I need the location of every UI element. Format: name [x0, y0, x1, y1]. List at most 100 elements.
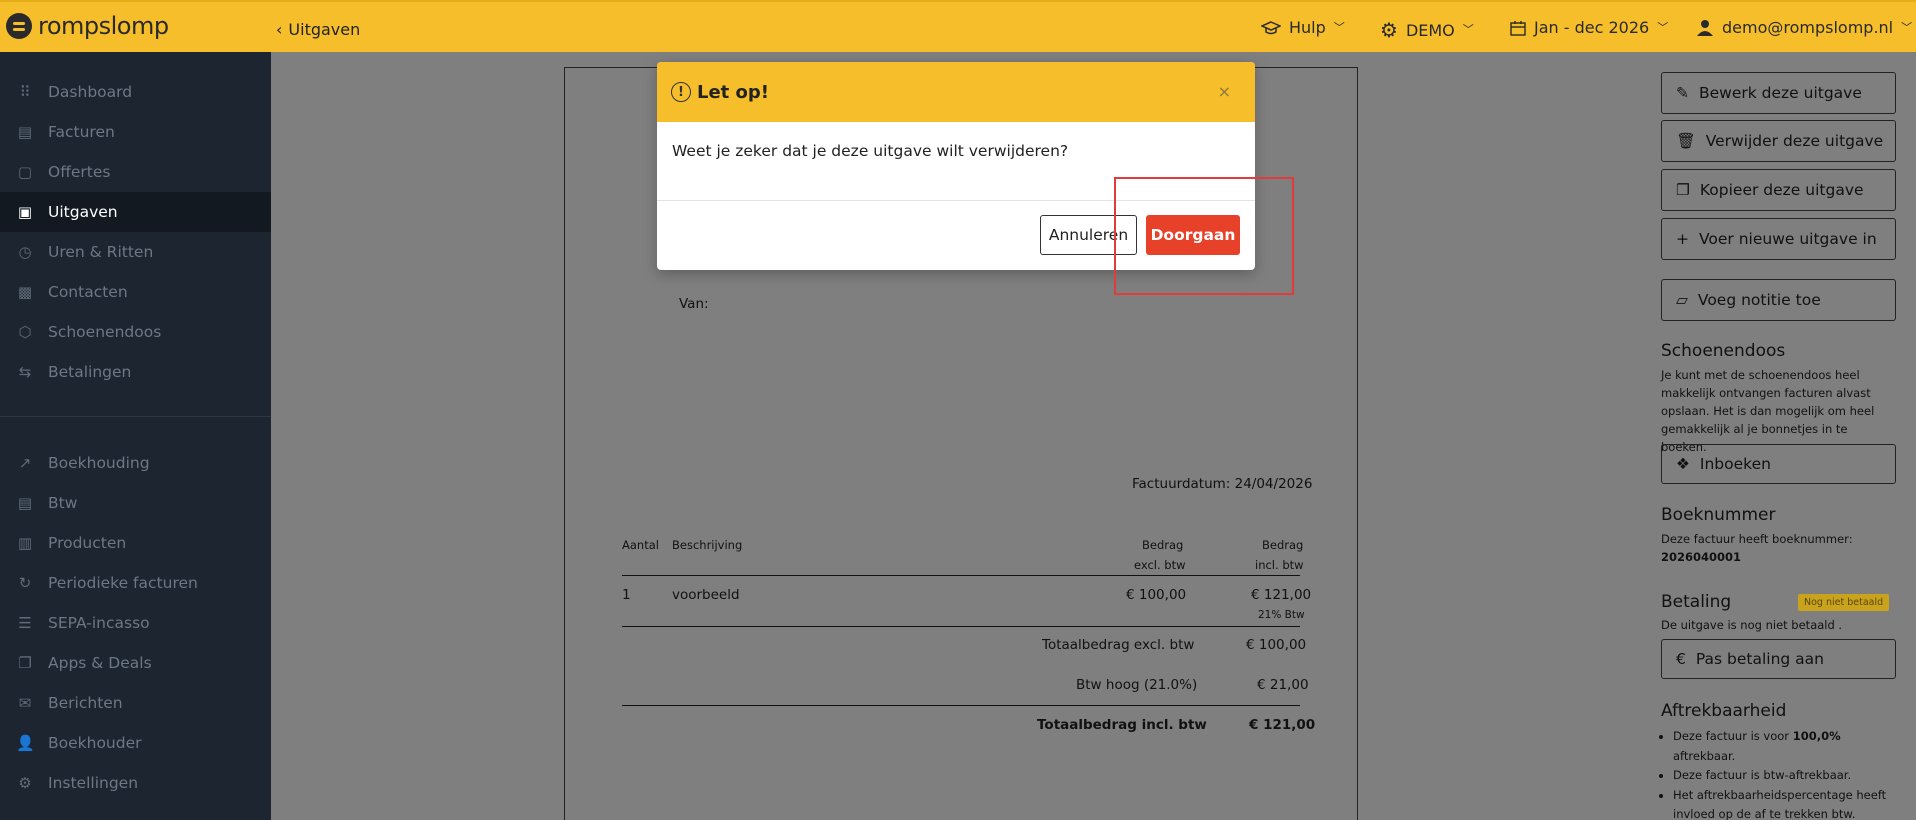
- col-amount-ex-sub: excl. btw: [1134, 558, 1186, 572]
- company-menu[interactable]: ⚙ DEMO ﹀: [1380, 18, 1474, 42]
- payment-title: Betaling: [1661, 592, 1732, 612]
- close-icon[interactable]: ×: [1218, 82, 1231, 101]
- sidebar-item-uitgaven[interactable]: ▣ Uitgaven: [0, 192, 271, 232]
- clock-icon: ◷: [18, 243, 32, 261]
- sidebar-item-sepa-incasso[interactable]: ☰ SEPA-incasso: [0, 603, 271, 643]
- help-menu[interactable]: Hulp ﹀: [1261, 18, 1345, 37]
- dialog-title: Let op!: [697, 81, 770, 103]
- add-note-label: Voeg notitie toe: [1697, 291, 1821, 309]
- sidebar-item-berichten[interactable]: ✉ Berichten: [0, 683, 271, 723]
- new-expense-label: Voer nieuwe uitgave in: [1699, 230, 1877, 248]
- trash-icon: 🗑: [1676, 132, 1696, 150]
- chevron-left-icon: ‹: [276, 20, 283, 39]
- user-icon: [1697, 19, 1713, 36]
- booknr-value: 2026040001: [1661, 550, 1742, 564]
- edit-expense-label: Bewerk deze uitgave: [1699, 84, 1862, 102]
- vat-label: Btw hoog (21.0%): [1076, 677, 1198, 693]
- dialog-header: ! Let op!: [657, 62, 1255, 122]
- sidebar-item-dashboard[interactable]: ⠿ Dashboard: [0, 72, 271, 112]
- back-label: Uitgaven: [288, 20, 361, 39]
- new-expense-button[interactable]: + Voer nieuwe uitgave in: [1661, 218, 1896, 260]
- sidebar-item-label: SEPA-incasso: [48, 614, 150, 632]
- row-vat: 21% Btw: [1258, 609, 1305, 621]
- add-note-button[interactable]: ▱ Voeg notitie toe: [1661, 279, 1896, 321]
- edit-payment-label: Pas betaling aan: [1695, 650, 1824, 668]
- box-icon: ⬡: [18, 323, 32, 341]
- quote-icon: ▢: [17, 163, 33, 181]
- edit-payment-button[interactable]: € Pas betaling aan: [1661, 639, 1896, 679]
- delete-expense-button[interactable]: 🗑 Verwijder deze uitgave: [1661, 120, 1896, 162]
- sidebar-item-periodieke-facturen[interactable]: ↻ Periodieke facturen: [0, 563, 271, 603]
- row-qty: 1: [622, 587, 631, 603]
- payment-text: De uitgave is nog niet betaald .: [1661, 618, 1843, 632]
- logo-icon: [6, 13, 32, 39]
- sidebar-item-facturen[interactable]: ▤ Facturen: [0, 112, 271, 152]
- sidebar-item-label: Btw: [48, 494, 78, 512]
- sidebar-item-contacten[interactable]: ▩ Contacten: [0, 272, 271, 312]
- gear-icon: ⚙: [18, 774, 32, 792]
- mail-icon: ✉: [18, 694, 32, 712]
- sidebar-item-boekhouder[interactable]: 👤 Boekhouder: [0, 723, 271, 763]
- user-menu[interactable]: demo@rompslomp.nl ﹀: [1696, 18, 1912, 37]
- contact-icon: ▩: [17, 283, 33, 301]
- logo[interactable]: rompslomp: [6, 12, 169, 40]
- click-highlight: [1114, 177, 1294, 295]
- sidebar-item-label: Periodieke facturen: [48, 574, 198, 592]
- sidebar-item-label: Betalingen: [48, 363, 132, 381]
- booknr-title: Boeknummer: [1661, 505, 1776, 525]
- sidebar-item-label: Uitgaven: [48, 203, 118, 221]
- sidebar-item-label: Boekhouding: [48, 454, 150, 472]
- warning-icon: !: [671, 82, 691, 102]
- sidebar-item-schoenendoos[interactable]: ⬡ Schoenendoos: [0, 312, 271, 352]
- sidebar-item-label: Producten: [48, 534, 127, 552]
- col-qty: Aantal: [622, 538, 659, 552]
- row-amount-ex: € 100,00: [1126, 587, 1187, 603]
- user-icon: 👤: [16, 734, 35, 752]
- total-ex-value: € 100,00: [1246, 637, 1307, 653]
- sidebar-item-label: Facturen: [48, 123, 115, 141]
- sidebar-item-btw[interactable]: ▤ Btw: [0, 483, 271, 523]
- list-item: Deze factuur is btw-aftrekbaar.: [1673, 766, 1901, 786]
- shoebox-title: Schoenendoos: [1661, 341, 1786, 361]
- shoebox-text: Je kunt met de schoenendoos heel makkeli…: [1661, 368, 1875, 454]
- logo-text: rompslomp: [38, 12, 169, 40]
- inboeken-button[interactable]: ❖ Inboeken: [1661, 444, 1896, 484]
- plus-icon: +: [1676, 230, 1689, 248]
- sidebar-item-betalingen[interactable]: ⇆ Betalingen: [0, 352, 271, 392]
- sidebar-item-label: Dashboard: [48, 83, 133, 101]
- sidebar-item-uren-ritten[interactable]: ◷ Uren & Ritten: [0, 232, 271, 272]
- deduct-list: Deze factuur is voor 100,0% aftrekbaar. …: [1661, 727, 1901, 820]
- sidebar-item-boekhouding[interactable]: ↗ Boekhouding: [0, 443, 271, 483]
- sidebar-item-label: Apps & Deals: [48, 654, 152, 672]
- list-item: Deze factuur is voor 100,0% aftrekbaar.: [1673, 727, 1901, 766]
- graduation-cap-icon: [1261, 20, 1281, 34]
- sidebar-item-instellingen[interactable]: ⚙ Instellingen: [0, 763, 271, 803]
- booknr-text: Deze factuur heeft boeknummer:: [1661, 532, 1853, 546]
- total-in-label: Totaalbedrag incl. btw: [1037, 717, 1207, 733]
- chevron-down-icon: ﹀: [1333, 20, 1345, 34]
- payment-status-badge: Nog niet betaald: [1798, 594, 1890, 611]
- col-amount-in: Bedrag: [1262, 538, 1304, 552]
- row-amount-in: € 121,00: [1251, 587, 1312, 603]
- row-desc: voorbeeld: [672, 587, 740, 603]
- sidebar-item-producten[interactable]: ▥ Producten: [0, 523, 271, 563]
- total-ex-label: Totaalbedrag excl. btw: [1042, 637, 1195, 653]
- copy-expense-button[interactable]: ❐ Kopieer deze uitgave: [1661, 169, 1896, 211]
- chevron-down-icon: ﹀: [1657, 20, 1669, 34]
- refresh-icon: ↻: [18, 574, 32, 592]
- company-label: DEMO: [1405, 20, 1455, 40]
- col-desc: Beschrijving: [672, 538, 743, 552]
- table-header-rule: [622, 575, 1300, 576]
- top-bar: rompslomp ‹ Uitgaven Hulp ﹀ ⚙ DEMO ﹀ Jan…: [0, 0, 1916, 52]
- sidebar-item-apps-deals[interactable]: ❐ Apps & Deals: [0, 643, 271, 683]
- note-icon: ▱: [1676, 291, 1688, 309]
- sidebar-item-offertes[interactable]: ▢ Offertes: [0, 152, 271, 192]
- back-link[interactable]: ‹ Uitgaven: [276, 20, 360, 39]
- edit-expense-button[interactable]: ✎ Bewerk deze uitgave: [1661, 72, 1896, 114]
- from-label: Van:: [679, 296, 709, 312]
- gear-icon: ⚙: [1380, 18, 1398, 42]
- delete-expense-label: Verwijder deze uitgave: [1705, 132, 1884, 150]
- period-menu[interactable]: Jan - dec 2026 ﹀: [1510, 18, 1668, 37]
- expense-icon: ▣: [17, 203, 33, 221]
- deduct-title: Aftrekbaarheid: [1661, 701, 1787, 721]
